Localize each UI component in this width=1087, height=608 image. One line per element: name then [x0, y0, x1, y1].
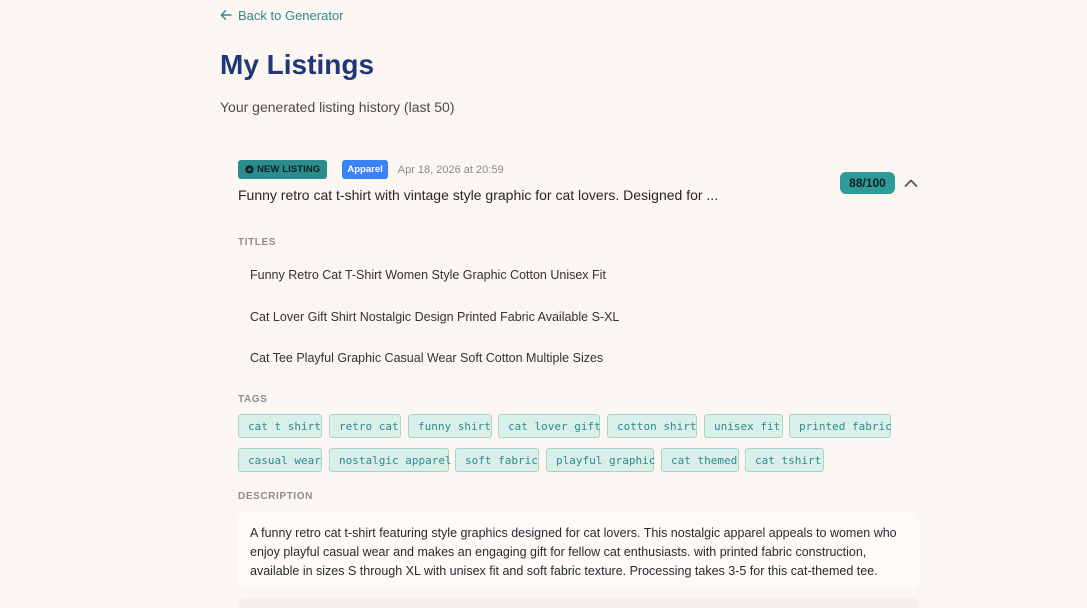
arrow-left-icon: [220, 10, 232, 20]
tag-chip[interactable]: cat t shirt: [238, 414, 322, 438]
tag-chip[interactable]: cat lover gift: [498, 414, 601, 438]
tag-chip[interactable]: nostalgic apparel: [329, 448, 452, 472]
tag-chip[interactable]: unisex fit: [704, 414, 783, 438]
tag-chip[interactable]: casual wear: [238, 448, 322, 472]
chevron-up-icon[interactable]: [904, 176, 918, 190]
tag-chip[interactable]: cat tshirt: [745, 448, 824, 472]
listing-timestamp: Apr 18, 2026 at 20:59: [397, 163, 504, 176]
listing-summary: Funny retro cat t-shirt with vintage sty…: [238, 187, 719, 203]
description-section-label: DESCRIPTION: [238, 491, 313, 502]
listings-page: Back to Generator My Listings Your gener…: [0, 0, 1087, 608]
new-listing-badge: NEW LISTING: [238, 160, 328, 179]
tag-chip[interactable]: playful graphic: [546, 448, 655, 472]
title-option[interactable]: Cat Tee Playful Graphic Casual Wear Soft…: [250, 350, 603, 366]
listing-badges: NEW LISTING Apparel Apr 18, 2026 at 20:5…: [238, 160, 919, 179]
plus-circle-icon: [245, 165, 254, 174]
listing-card: NEW LISTING Apparel Apr 18, 2026 at 20:5…: [238, 160, 919, 210]
title-option[interactable]: Funny Retro Cat T-Shirt Women Style Grap…: [250, 267, 606, 283]
tags-section-label: TAGS: [238, 394, 268, 405]
tag-chip[interactable]: funny shirt: [408, 414, 492, 438]
next-section-edge: [238, 598, 919, 608]
category-badge: Apparel: [342, 160, 388, 179]
description-text: A funny retro cat t-shirt featuring styl…: [238, 512, 919, 590]
tag-chip[interactable]: soft fabric: [455, 448, 539, 472]
tag-chip[interactable]: cotton shirt: [607, 414, 697, 438]
tag-chip[interactable]: retro cat: [329, 414, 401, 438]
page-title: My Listings: [220, 49, 375, 80]
tag-chip[interactable]: printed fabric: [789, 414, 892, 438]
back-link-label: Back to Generator: [238, 7, 344, 23]
title-option[interactable]: Cat Lover Gift Shirt Nostalgic Design Pr…: [250, 309, 619, 325]
listing-card-header[interactable]: NEW LISTING Apparel Apr 18, 2026 at 20:5…: [238, 160, 919, 210]
tag-chip[interactable]: cat themed: [661, 448, 739, 472]
new-listing-badge-label: NEW LISTING: [257, 164, 321, 175]
back-to-generator-link[interactable]: Back to Generator: [220, 6, 344, 24]
titles-section-label: TITLES: [238, 237, 277, 248]
page-subtitle: Your generated listing history (last 50): [220, 99, 455, 115]
score-badge: 88/100: [840, 172, 895, 194]
